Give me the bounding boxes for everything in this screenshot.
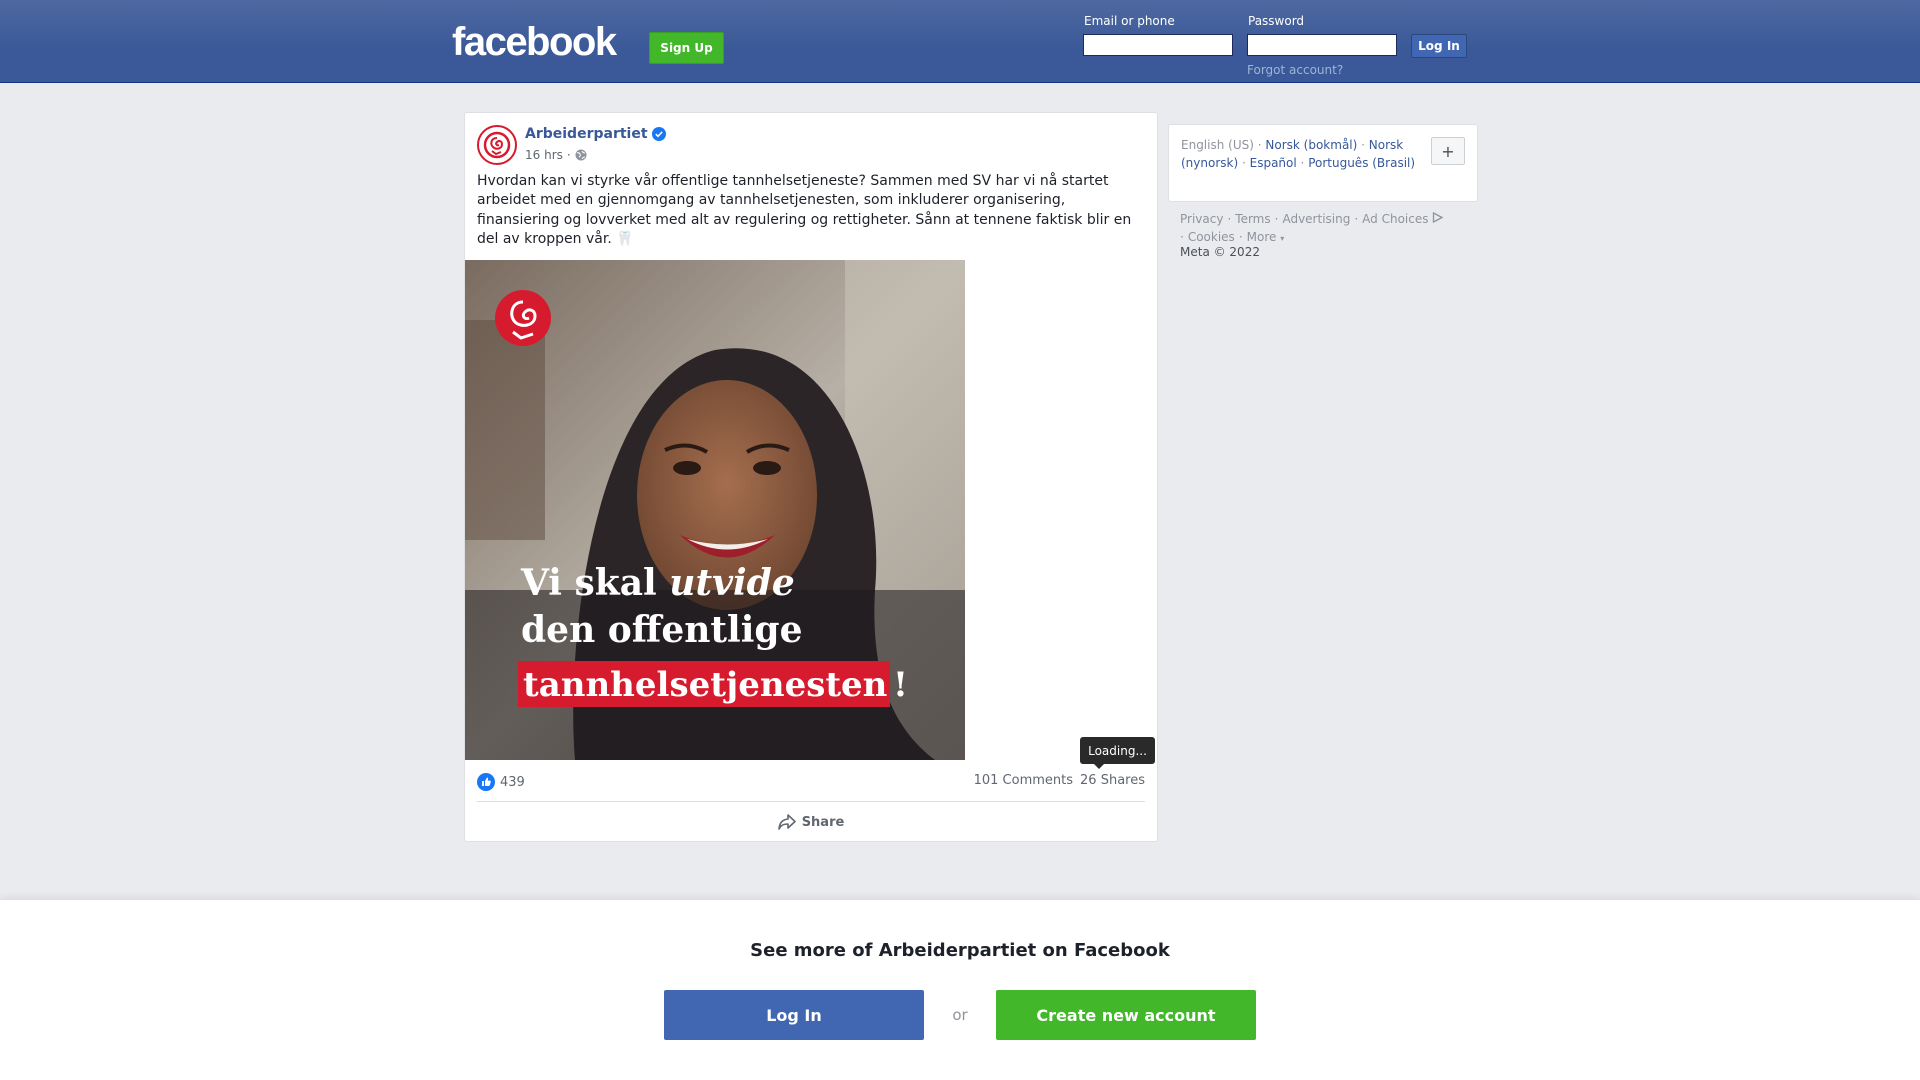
facebook-logo[interactable]: facebook — [452, 22, 617, 62]
language-current: English (US) — [1181, 138, 1254, 152]
share-icon — [777, 814, 796, 830]
image-headline-3: tannhelsetjenesten — [523, 665, 887, 705]
shares-count-link[interactable]: 26 Shares — [1080, 773, 1145, 788]
share-button[interactable]: Share — [465, 807, 1157, 837]
verified-badge-icon — [651, 127, 666, 141]
engagement-counts: 101 Comments 26 Shares — [974, 773, 1145, 788]
cookies-link[interactable]: Cookies — [1188, 230, 1235, 244]
post-card: Arbeiderpartiet 16 hrs · Hvordan kan vi … — [464, 112, 1158, 842]
post-text: Hvordan kan vi styrke vår offentlige tan… — [477, 173, 1132, 247]
sign-up-button[interactable]: Sign Up — [649, 32, 724, 64]
globe-icon — [575, 149, 587, 161]
create-new-account-button[interactable]: Create new account — [996, 990, 1256, 1040]
image-headline-1a: Vi skal — [520, 562, 669, 604]
language-link-portugues[interactable]: Português (Brasil) — [1308, 156, 1415, 170]
ad-choices-icon — [1433, 211, 1444, 224]
email-label: Email or phone — [1084, 14, 1175, 28]
terms-link[interactable]: Terms — [1235, 212, 1270, 226]
login-prompt-banner: See more of Arbeiderpartiet on Facebook … — [0, 900, 1920, 1080]
comments-count-link[interactable]: 101 Comments — [974, 773, 1073, 788]
privacy-link[interactable]: Privacy — [1180, 212, 1223, 226]
banner-title: See more of Arbeiderpartiet on Facebook — [750, 940, 1170, 961]
post-photo: Vi skal utvide den offentlige tannhelset… — [465, 260, 965, 760]
ad-choices-link[interactable]: Ad Choices — [1362, 211, 1444, 226]
post-image[interactable]: Vi skal utvide den offentlige tannhelset… — [465, 260, 965, 760]
image-headline-3-suffix: ! — [893, 665, 908, 705]
post-meta: 16 hrs · — [525, 148, 587, 162]
password-label: Password — [1248, 14, 1305, 28]
language-link-norsk-bokmal[interactable]: Norsk (bokmål) — [1265, 138, 1357, 152]
page-name: Arbeiderpartiet — [525, 126, 648, 142]
forgot-account-link[interactable]: Forgot account? — [1247, 63, 1343, 77]
copyright: Meta © 2022 — [1180, 245, 1260, 259]
like-count: 439 — [500, 774, 525, 790]
image-headline-2: den offentlige — [521, 609, 802, 651]
more-languages-button[interactable]: + — [1431, 137, 1465, 165]
email-field[interactable] — [1083, 34, 1233, 56]
reactions-summary[interactable]: 439 — [477, 773, 525, 791]
banner-or-label: or — [952, 1006, 968, 1024]
page-name-link[interactable]: Arbeiderpartiet — [525, 126, 666, 142]
language-link-espanol[interactable]: Español — [1250, 156, 1297, 170]
post-timestamp[interactable]: 16 hrs — [525, 148, 563, 162]
top-bar: facebook Sign Up Email or phone Password… — [0, 0, 1920, 83]
banner-log-in-button[interactable]: Log In — [664, 990, 924, 1040]
svg-text:Vi skal utvide: Vi skal utvide — [520, 562, 795, 604]
like-icon — [477, 773, 495, 791]
image-headline-1b: utvide — [669, 562, 794, 604]
rose-logo-icon — [483, 131, 511, 159]
language-selector: English (US) · Norsk (bokmål) · Norsk (n… — [1168, 124, 1478, 202]
footer-links: Privacy · Terms · Advertising · Ad Choices · Co… — [1180, 210, 1480, 248]
language-list: English (US) · Norsk (bokmål) · Norsk (n… — [1181, 138, 1416, 170]
advertising-link[interactable]: Advertising — [1282, 212, 1350, 226]
page-avatar[interactable] — [477, 125, 517, 165]
share-label: Share — [801, 814, 845, 830]
caret-down-icon: ▾ — [1280, 234, 1285, 243]
log-in-button[interactable]: Log In — [1411, 34, 1467, 58]
loading-tooltip: Loading... — [1080, 737, 1155, 769]
more-link[interactable]: More ▾ — [1247, 230, 1285, 244]
post-divider — [477, 801, 1145, 802]
password-field[interactable] — [1247, 34, 1397, 56]
